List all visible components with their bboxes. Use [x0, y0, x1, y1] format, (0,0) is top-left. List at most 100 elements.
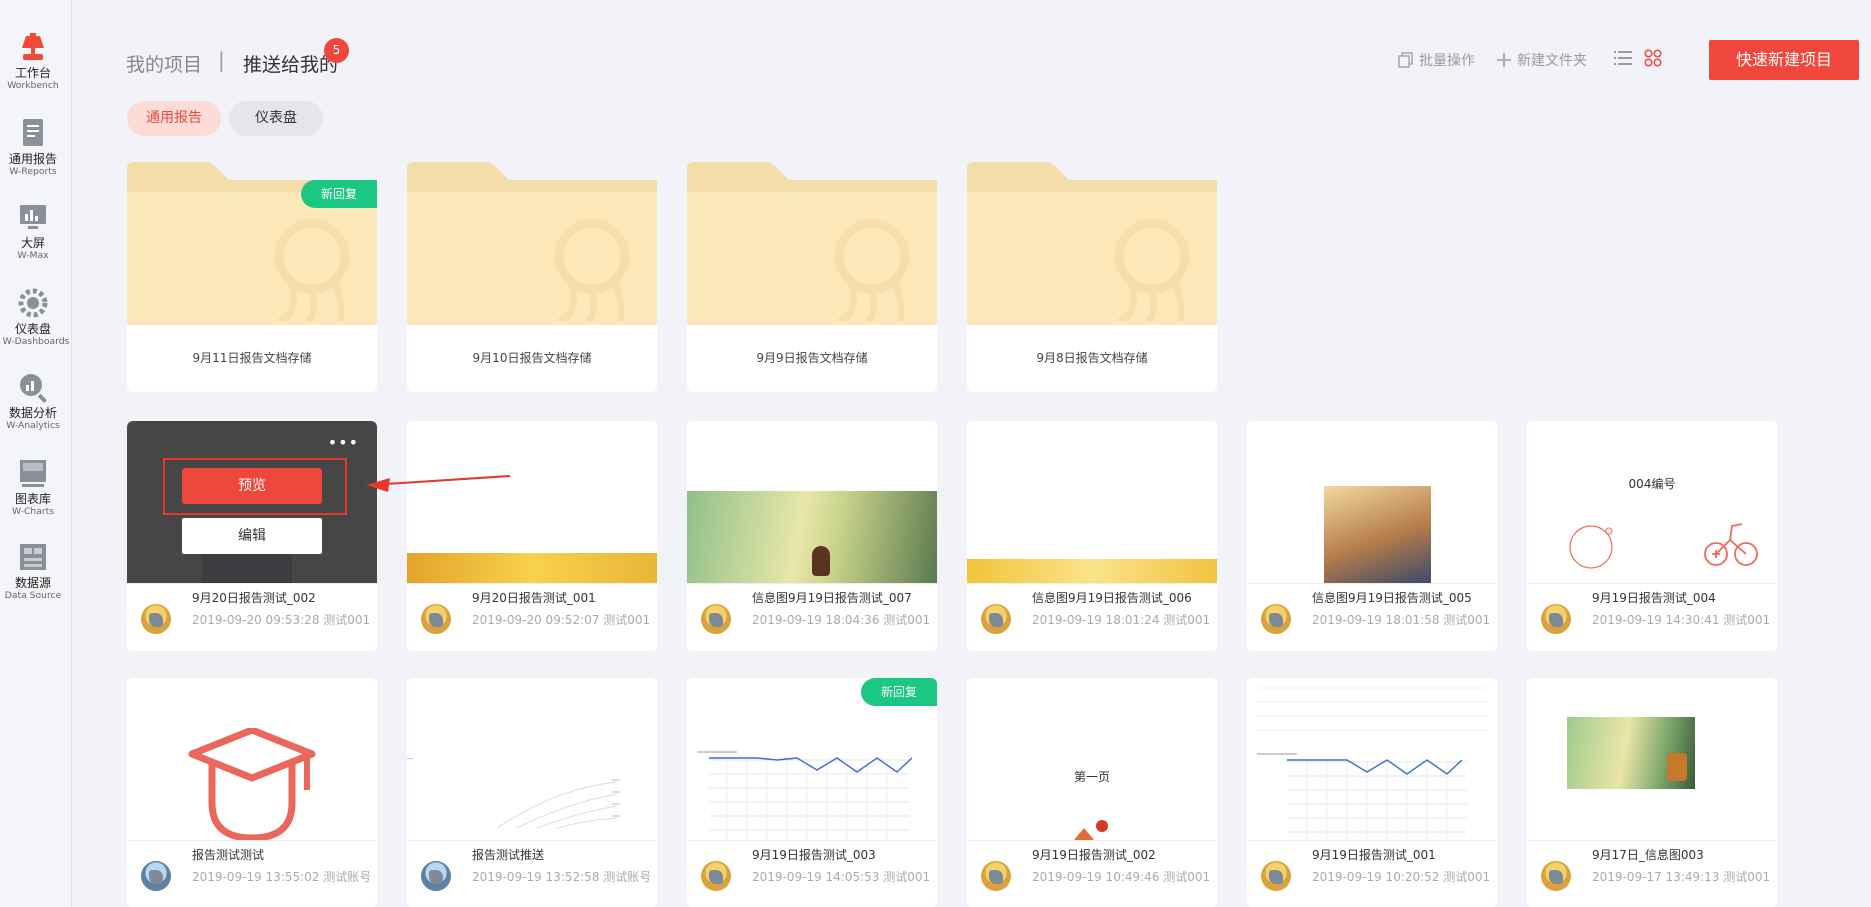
- sidebar-item-charts[interactable]: 图表库 W-Charts: [0, 456, 66, 518]
- quick-new-project-button[interactable]: 快速新建项目: [1709, 40, 1859, 80]
- folder-watermark-icon: [1114, 218, 1190, 322]
- report-info: 报告测试推送 2019-09-19 13:52:58 测试账号: [407, 840, 657, 907]
- folder-card[interactable]: 新回复 9月11日报告文档存储: [127, 162, 377, 392]
- report-thumbnail: 新回复: [687, 678, 937, 840]
- thumbnail-banner: [967, 559, 1217, 583]
- report-card[interactable]: 9月17日_信息图003 2019-09-17 13:49:13 测试001: [1527, 678, 1777, 907]
- filter-general-reports[interactable]: 通用报告: [127, 101, 221, 136]
- avatar: [701, 861, 731, 891]
- data-source-icon: [20, 544, 46, 570]
- sidebar-item-workbench[interactable]: 工作台 Workbench: [0, 30, 66, 92]
- new-folder-button[interactable]: 新建文件夹: [1496, 50, 1587, 70]
- report-meta: 2019-09-20 09:53:28 测试001: [192, 613, 371, 627]
- avatar: [141, 604, 171, 634]
- report-card[interactable]: 新回复 9月19日报告测试_003 2019-09-19 14:05:53 测试…: [687, 678, 937, 907]
- folder-card[interactable]: 9月9日报告文档存储: [687, 162, 937, 392]
- sidebar-item-analytics[interactable]: 数据分析 W-Analytics: [0, 370, 66, 432]
- avatar: [421, 604, 451, 634]
- annotation-arrow-icon: [366, 475, 511, 492]
- report-title: 9月19日报告测试_003: [752, 848, 876, 862]
- analytics-magnifier-icon: [20, 374, 47, 403]
- sidebar-item-label: 仪表盘: [14, 322, 51, 336]
- sidebar-item-label: 大屏: [20, 236, 45, 250]
- report-meta: 2019-09-19 18:01:24 测试001: [1032, 613, 1211, 627]
- avatar: [701, 604, 731, 634]
- report-meta: 2019-09-19 13:55:02 测试账号: [192, 870, 372, 884]
- sidebar-item-label: 数据分析: [8, 406, 57, 420]
- report-thumbnail: [687, 421, 937, 583]
- report-thumbnail: [967, 421, 1217, 583]
- sidebar-item-label: 数据源: [14, 576, 51, 590]
- thumbnail-table-chart: [1257, 687, 1487, 840]
- sidebar-item-dashboards[interactable]: 仪表盘 W-Dashboards: [0, 286, 69, 348]
- report-info: 9月20日报告测试_001 2019-09-20 09:52:07 测试001: [407, 583, 657, 651]
- new-reply-tag: 新回复: [301, 180, 377, 208]
- report-meta: 2019-09-19 14:30:41 测试001: [1592, 613, 1771, 627]
- sidebar-item-sublabel: Data Source: [4, 590, 62, 601]
- new-folder-label: 新建文件夹: [1517, 53, 1587, 69]
- report-meta: 2019-09-19 10:49:46 测试001: [1032, 870, 1211, 884]
- sidebar-item-big-screen[interactable]: 大屏 W-Max: [0, 200, 66, 262]
- report-card[interactable]: 9月19日报告测试_001 2019-09-19 10:20:52 测试001: [1247, 678, 1497, 907]
- report-title: 报告测试测试: [192, 848, 265, 862]
- report-info: 9月20日报告测试_002 2019-09-20 09:53:28 测试001: [127, 583, 377, 651]
- report-title: 9月19日报告测试_004: [1592, 591, 1716, 605]
- report-info: 9月19日报告测试_001 2019-09-19 10:20:52 测试001: [1247, 840, 1497, 907]
- sidebar-item-label: 工作台: [14, 66, 51, 80]
- report-info: 信息图9月19日报告测试_006 2019-09-19 18:01:24 测试0…: [967, 583, 1217, 651]
- batch-icon: [1398, 52, 1413, 68]
- sidebar-item-reports[interactable]: 通用报告 W-Reports: [0, 116, 66, 178]
- more-options-icon[interactable]: •••: [328, 433, 359, 452]
- tab-my-projects[interactable]: 我的项目: [126, 50, 202, 77]
- report-card[interactable]: 9月20日报告测试_001 2019-09-20 09:52:07 测试001: [407, 421, 657, 651]
- thumbnail-character: [812, 546, 830, 576]
- report-info: 9月17日_信息图003 2019-09-17 13:49:13 测试001: [1527, 840, 1777, 907]
- thumbnail-chart-lines: [407, 758, 620, 829]
- filter-dashboards[interactable]: 仪表盘: [229, 101, 323, 136]
- report-thumbnail: 第一页: [967, 678, 1217, 840]
- batch-operation-button[interactable]: 批量操作: [1398, 50, 1475, 70]
- folder-card[interactable]: 9月10日报告文档存储: [407, 162, 657, 392]
- report-title: 信息图9月19日报告测试_005: [1312, 591, 1472, 605]
- sidebar-item-label: 通用报告: [8, 152, 57, 166]
- report-card[interactable]: 报告测试测试 2019-09-19 13:55:02 测试账号: [127, 678, 377, 907]
- folder-name: 9月8日报告文档存储: [967, 325, 1217, 392]
- circle-decoration-icon: [1569, 525, 1613, 569]
- push-count-badge: 5: [324, 38, 349, 63]
- highlight-box: [163, 458, 347, 515]
- report-info: 信息图9月19日报告测试_005 2019-09-19 18:01:58 测试0…: [1247, 583, 1497, 651]
- report-title: 信息图9月19日报告测试_006: [1032, 591, 1192, 605]
- sidebar-item-label: 图表库: [14, 492, 51, 506]
- folder-watermark-icon: [554, 218, 630, 322]
- sidebar-item-sublabel: W-Max: [17, 250, 49, 261]
- report-card[interactable]: 第一页 9月19日报告测试_002 2019-09-19 10:49:46 测试…: [967, 678, 1217, 907]
- report-card[interactable]: 报告测试推送 2019-09-19 13:52:58 测试账号: [407, 678, 657, 907]
- avatar: [421, 861, 451, 891]
- report-thumbnail: [1527, 678, 1777, 840]
- avatar: [981, 861, 1011, 891]
- report-meta: 2019-09-19 18:04:36 测试001: [752, 613, 931, 627]
- list-view-icon[interactable]: [1614, 50, 1632, 66]
- thumbnail-table-chart: [697, 751, 913, 840]
- sidebar-item-data-source[interactable]: 数据源 Data Source: [0, 540, 66, 602]
- dashboard-gear-icon: [18, 288, 48, 318]
- report-title: 9月20日报告测试_001: [472, 591, 596, 605]
- thumbnail-house-icon: [1074, 820, 1108, 840]
- report-info: 9月19日报告测试_003 2019-09-19 14:05:53 测试001: [687, 840, 937, 907]
- report-info: 9月19日报告测试_004 2019-09-19 14:30:41 测试001: [1527, 583, 1777, 651]
- graduation-cap-icon: [188, 728, 316, 840]
- report-card[interactable]: 004编号 9月19日报告测试_004 2019-09-19 14:30:41 …: [1527, 421, 1777, 651]
- report-thumbnail: [1247, 421, 1497, 583]
- report-card[interactable]: ••• 预览 编辑 9月20日报告测试_002 2019-09-20 09:53…: [127, 421, 377, 651]
- report-info: 9月19日报告测试_002 2019-09-19 10:49:46 测试001: [967, 840, 1217, 907]
- thumbnail-landscape: [407, 553, 657, 583]
- report-card[interactable]: 信息图9月19日报告测试_007 2019-09-19 18:04:36 测试0…: [687, 421, 937, 651]
- sidebar-item-sublabel: W-Charts: [11, 506, 55, 517]
- report-card[interactable]: 信息图9月19日报告测试_006 2019-09-19 18:01:24 测试0…: [967, 421, 1217, 651]
- edit-button[interactable]: 编辑: [182, 518, 322, 554]
- folder-name: 9月9日报告文档存储: [687, 325, 937, 392]
- report-card[interactable]: 信息图9月19日报告测试_005 2019-09-19 18:01:58 测试0…: [1247, 421, 1497, 651]
- report-meta: 2019-09-19 18:01:58 测试001: [1312, 613, 1491, 627]
- folder-card[interactable]: 9月8日报告文档存储: [967, 162, 1217, 392]
- grid-view-icon[interactable]: [1644, 49, 1662, 67]
